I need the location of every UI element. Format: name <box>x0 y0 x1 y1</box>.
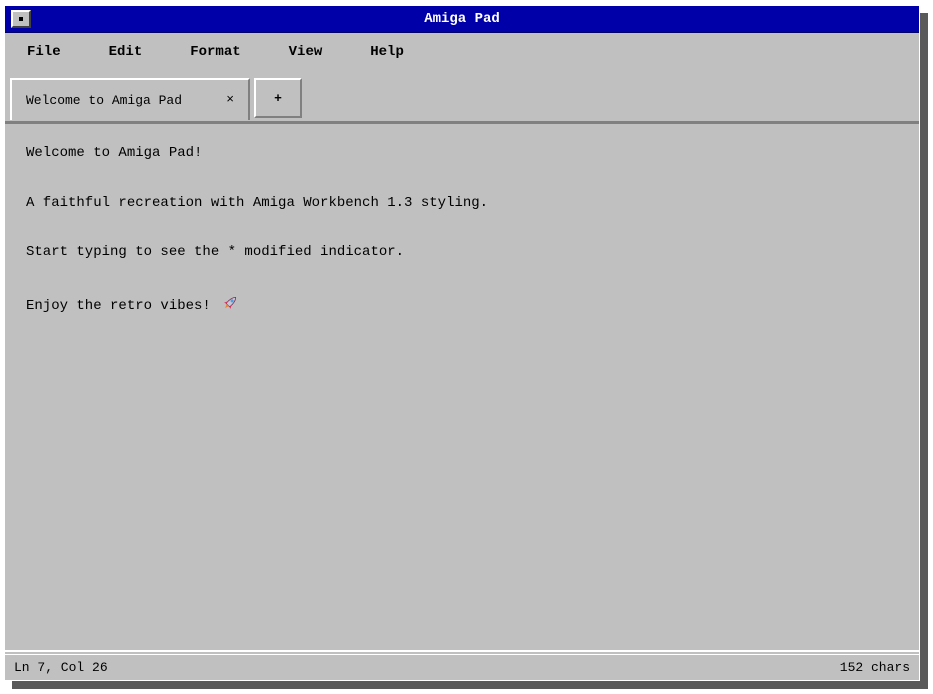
editor-line: Start typing to see the * modified indic… <box>26 244 405 260</box>
cursor-position: Ln 7, Col 26 <box>14 660 108 675</box>
tab-close-icon[interactable]: × <box>226 92 234 107</box>
rocket-icon <box>221 294 239 312</box>
editor-line: Welcome to Amiga Pad! <box>26 145 203 161</box>
menu-edit[interactable]: Edit <box>109 44 143 60</box>
status-bar: Ln 7, Col 26 152 chars <box>5 654 919 680</box>
app-window: Amiga Pad File Edit Format View Help Wel… <box>4 5 920 681</box>
window-title: Amiga Pad <box>424 11 500 27</box>
editor-line-text: Enjoy the retro vibes! <box>26 297 220 314</box>
menu-bar: File Edit Format View Help <box>5 34 919 70</box>
tab-label: Welcome to Amiga Pad <box>26 92 183 108</box>
menu-help[interactable]: Help <box>370 44 404 60</box>
menu-format[interactable]: Format <box>190 44 240 60</box>
char-count: 152 chars <box>839 660 910 675</box>
tab-welcome[interactable]: Welcome to Amiga Pad × <box>10 78 250 120</box>
editor-line-last: Enjoy the retro vibes! <box>26 294 919 344</box>
menu-file[interactable]: File <box>27 44 61 60</box>
text-editor[interactable]: Welcome to Amiga Pad! A faithful recreat… <box>5 121 919 652</box>
new-tab-button[interactable]: + <box>254 78 302 118</box>
title-bar[interactable]: Amiga Pad <box>5 6 919 33</box>
menu-view[interactable]: View <box>289 44 323 60</box>
editor-line: A faithful recreation with Amiga Workben… <box>26 194 489 211</box>
tab-bar: Welcome to Amiga Pad × + <box>5 76 919 121</box>
